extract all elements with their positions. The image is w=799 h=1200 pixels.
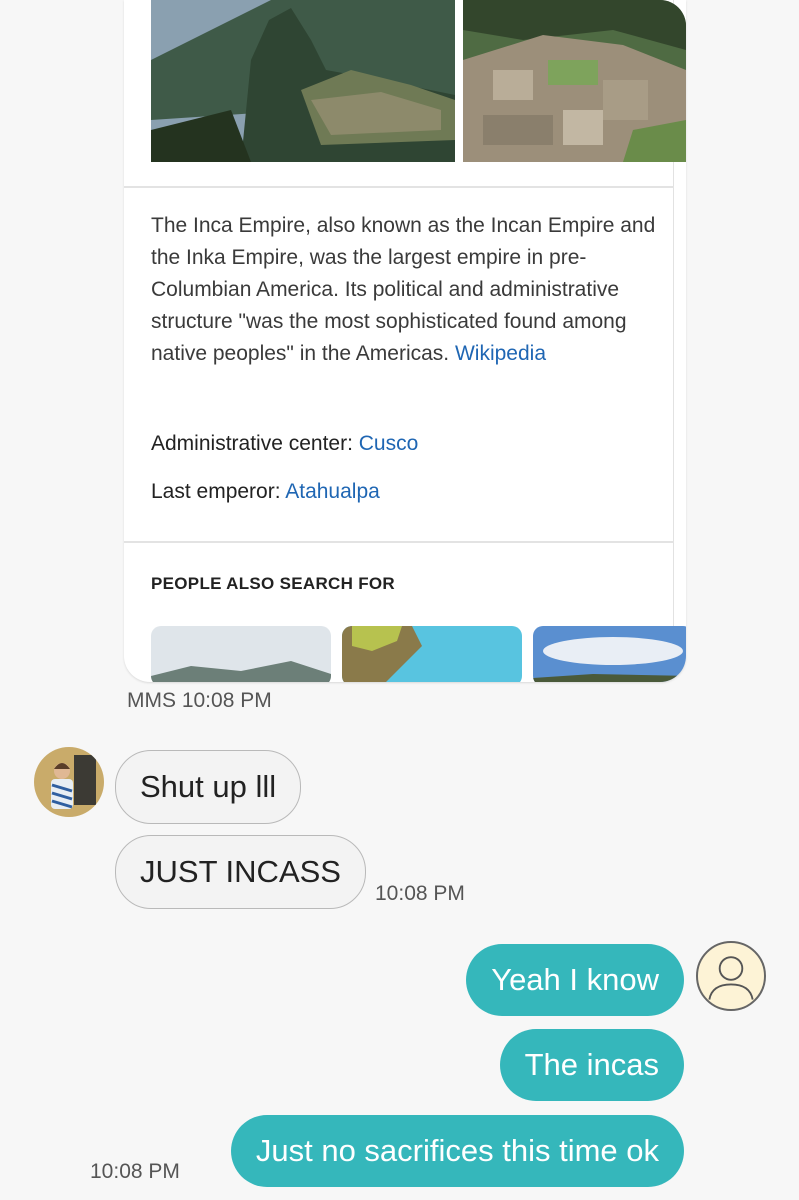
knowledge-card[interactable]: The Inca Empire, also known as the Incan…: [124, 0, 686, 682]
card-divider: [124, 541, 674, 543]
incoming-message-bubble[interactable]: JUST INCASS: [115, 835, 366, 909]
user-avatar-icon[interactable]: [696, 941, 766, 1011]
outgoing-message-bubble[interactable]: Yeah I know: [466, 944, 684, 1016]
card-divider: [124, 186, 674, 188]
mms-timestamp: MMS 10:08 PM: [127, 689, 272, 712]
entity-description: The Inca Empire, also known as the Incan…: [151, 210, 661, 370]
fact-last-emperor: Last emperor: Atahualpa: [151, 480, 380, 504]
outgoing-message-bubble[interactable]: Just no sacrifices this time ok: [230, 1115, 684, 1187]
message-timestamp: 10:08 PM: [90, 1160, 180, 1183]
outgoing-message-bubble[interactable]: The incas: [499, 1029, 684, 1101]
incoming-message-bubble[interactable]: Shut up lll: [115, 750, 302, 824]
related-map-thumbnail[interactable]: [342, 626, 522, 682]
inca-ruins-image[interactable]: [463, 0, 686, 162]
related-thumbnail[interactable]: [151, 626, 331, 682]
description-text: The Inca Empire, also known as the Incan…: [151, 214, 656, 365]
atahualpa-link[interactable]: Atahualpa: [285, 480, 380, 503]
cusco-link[interactable]: Cusco: [359, 432, 419, 455]
related-thumbnail[interactable]: [533, 626, 686, 682]
wikipedia-link[interactable]: Wikipedia: [455, 342, 546, 365]
contact-avatar[interactable]: [34, 747, 104, 817]
fact-administrative-center: Administrative center: Cusco: [151, 432, 418, 456]
fact-label: Administrative center:: [151, 432, 359, 455]
fact-label: Last emperor:: [151, 480, 286, 503]
machu-picchu-image[interactable]: [151, 0, 455, 162]
people-also-search-heading: PEOPLE ALSO SEARCH FOR: [151, 574, 395, 593]
message-timestamp: 10:08 PM: [375, 882, 465, 905]
